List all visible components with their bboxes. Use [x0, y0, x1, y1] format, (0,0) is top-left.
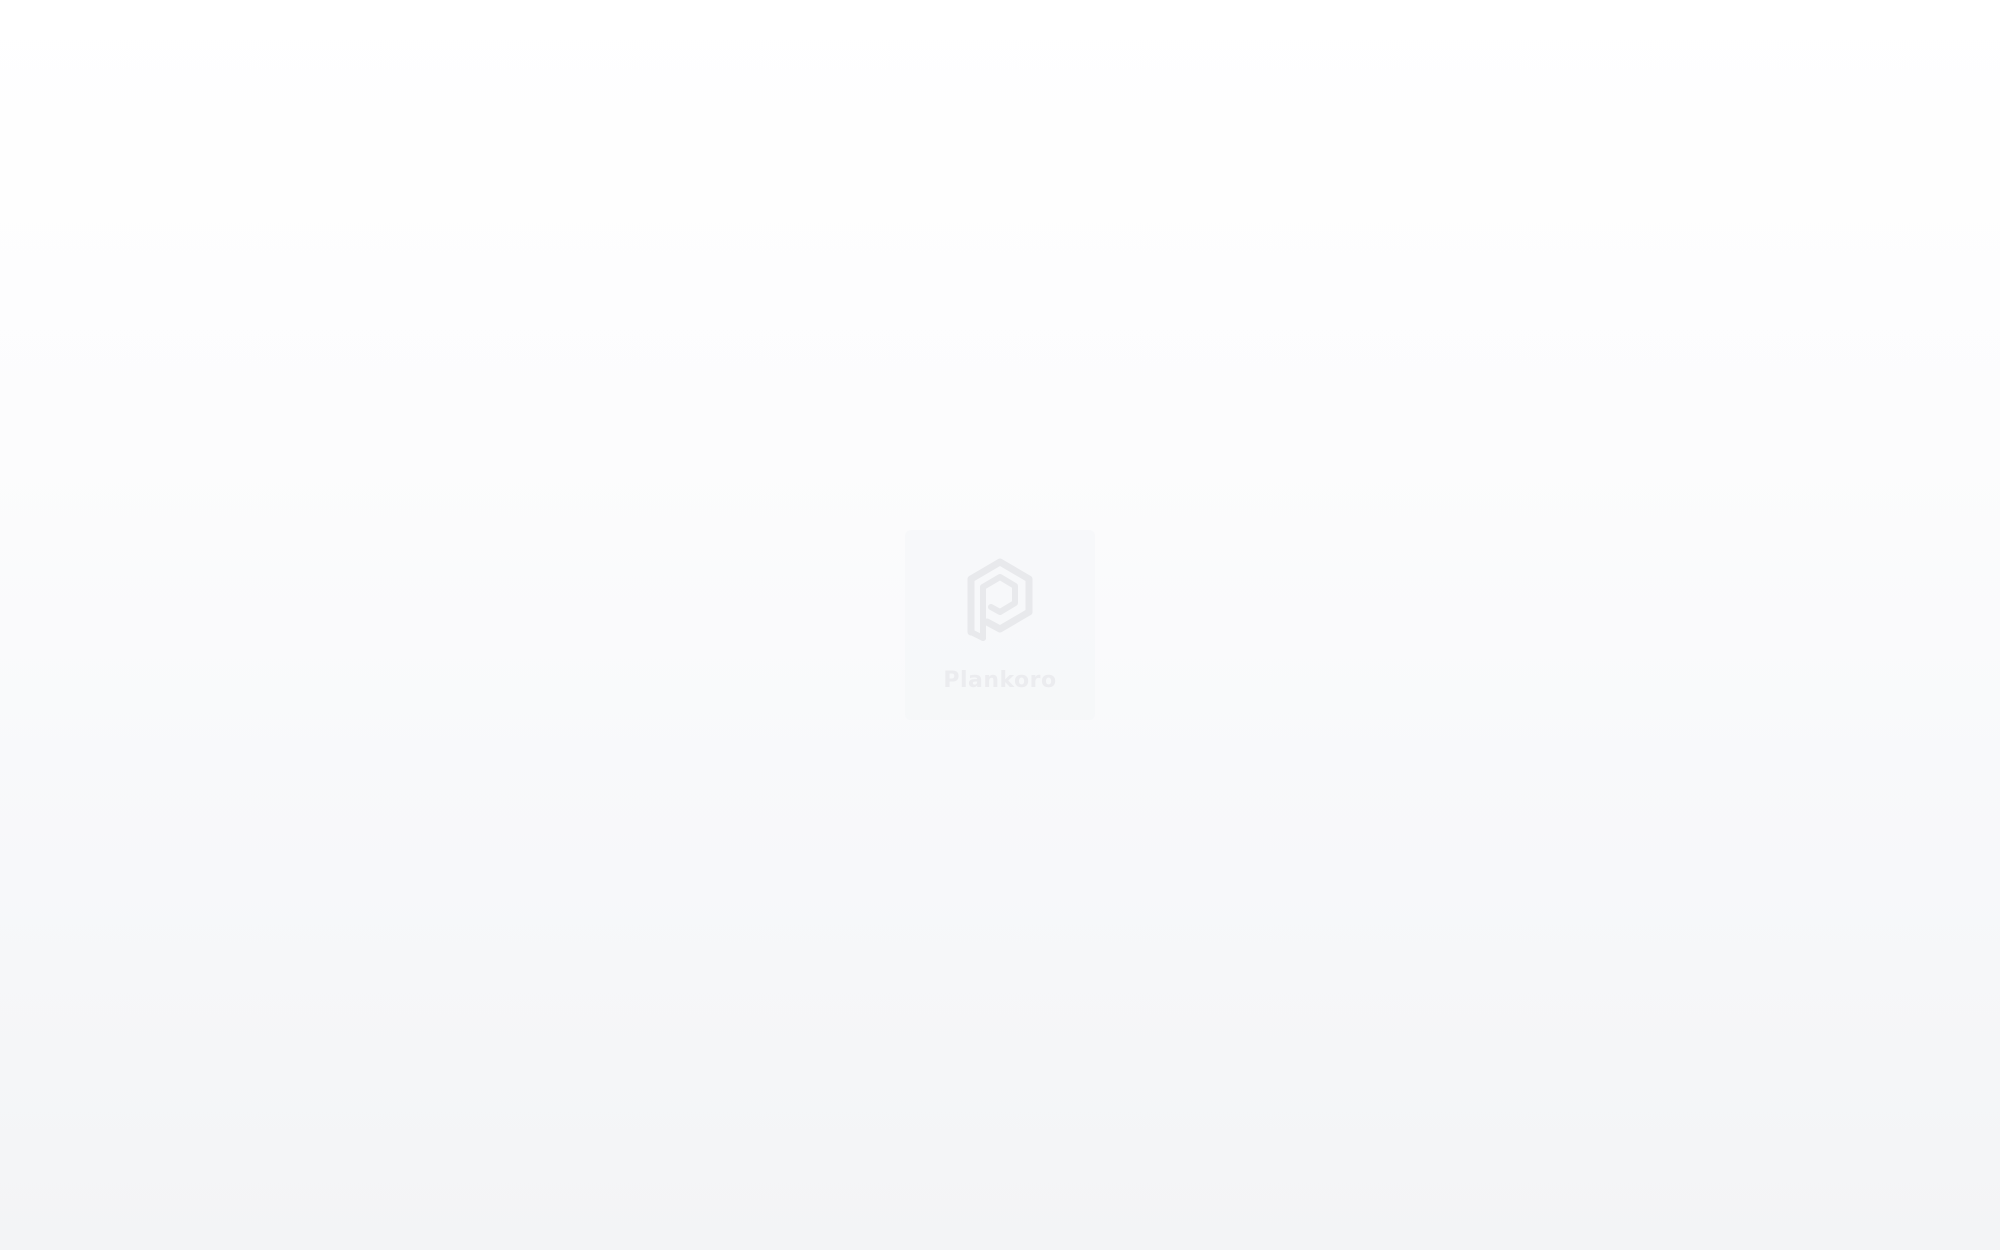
- splash-screen: Plankoro: [0, 0, 2000, 1250]
- brand-name: Plankoro: [943, 668, 1057, 693]
- plankoro-logo-icon: [967, 558, 1033, 641]
- logo-card: Plankoro: [905, 530, 1095, 720]
